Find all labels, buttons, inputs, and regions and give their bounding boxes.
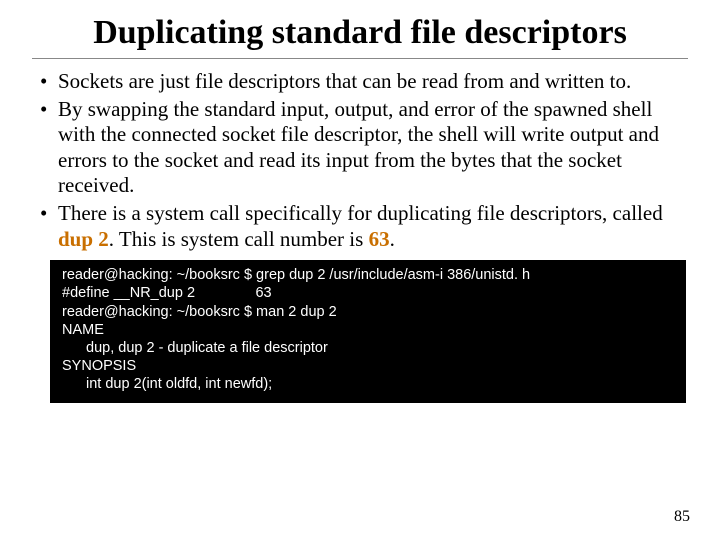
terminal-line: NAME — [62, 322, 104, 338]
page-number: 85 — [674, 508, 690, 526]
bullet-text: . This is system call number is — [109, 227, 369, 251]
list-item: There is a system call specifically for … — [44, 201, 688, 252]
bullet-text: Sockets are just file descriptors that c… — [58, 69, 631, 93]
terminal-line: reader@hacking: ~/booksrc $ grep dup 2 /… — [62, 267, 530, 283]
terminal-line: dup, dup 2 - duplicate a file descriptor — [62, 339, 674, 357]
bullet-list: Sockets are just file descriptors that c… — [32, 69, 688, 252]
highlight-63: 63 — [369, 227, 390, 251]
bullet-text: By swapping the standard input, output, … — [58, 97, 659, 198]
page-title: Duplicating standard file descriptors — [32, 14, 688, 52]
list-item: Sockets are just file descriptors that c… — [44, 69, 688, 95]
divider — [32, 58, 688, 59]
terminal-line: reader@hacking: ~/booksrc $ man 2 dup 2 — [62, 304, 337, 320]
terminal-line: SYNOPSIS — [62, 358, 136, 374]
terminal-block: reader@hacking: ~/booksrc $ grep dup 2 /… — [50, 260, 686, 403]
terminal-line: int dup 2(int oldfd, int newfd); — [62, 375, 674, 393]
highlight-dup2: dup 2 — [58, 227, 109, 251]
terminal-line: #define __NR_dup 2 63 — [62, 285, 272, 301]
bullet-text: There is a system call specifically for … — [58, 201, 663, 225]
list-item: By swapping the standard input, output, … — [44, 97, 688, 199]
slide: Duplicating standard file descriptors So… — [0, 0, 720, 540]
bullet-text: . — [390, 227, 395, 251]
